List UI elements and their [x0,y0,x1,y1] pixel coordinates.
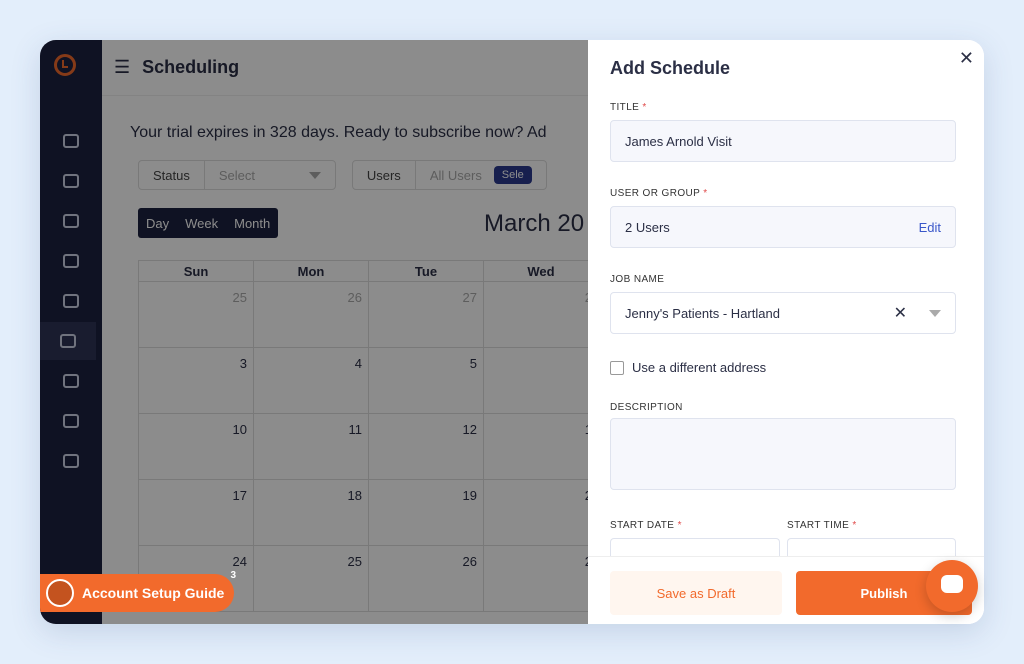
start-time-label: START TIME * [787,520,857,531]
title-label-text: TITLE [610,102,640,113]
description-textarea[interactable] [610,418,956,490]
required-mark: * [852,520,857,531]
job-name-label: JOB NAME [610,274,665,285]
start-date-input[interactable] [610,538,780,558]
required-mark: * [677,520,682,531]
chevron-down-icon[interactable] [929,309,941,317]
user-group-value: 2 Users [625,219,670,235]
start-date-label: START DATE * [610,520,682,531]
start-time-input[interactable] [787,538,956,558]
add-schedule-panel: Add Schedule ✕ TITLE * James Arnold Visi… [588,40,984,624]
title-input-value: James Arnold Visit [625,133,732,149]
job-name-value: Jenny's Patients - Hartland [625,305,780,321]
panel-footer: Save as Draft Publish [588,556,984,624]
modal-backdrop[interactable] [40,40,588,624]
account-setup-guide-button[interactable]: Account Setup Guide 3 [40,570,236,612]
different-address-checkbox[interactable] [610,360,624,375]
different-address-row[interactable]: Use a different address [610,360,766,375]
job-name-select[interactable]: Jenny's Patients - Hartland ✕ [610,292,956,334]
required-mark: * [642,102,647,113]
different-address-label: Use a different address [632,360,767,375]
description-label: DESCRIPTION [610,402,683,413]
user-group-field[interactable]: 2 Users Edit [610,206,956,248]
setup-guide-label: Account Setup Guide [82,585,225,601]
start-date-label-text: START DATE [610,520,675,531]
title-input[interactable]: James Arnold Visit [610,120,956,162]
app-window: ☰ Scheduling Your trial expires in 328 d… [40,40,984,624]
edit-users-link[interactable]: Edit [919,220,941,235]
user-group-label-text: USER OR GROUP [610,188,701,199]
close-icon[interactable]: ✕ [959,48,974,69]
user-group-label: USER OR GROUP * [610,188,708,199]
setup-guide-icon [46,579,74,607]
clear-icon[interactable]: ✕ [894,303,907,323]
chat-icon[interactable] [926,560,978,612]
start-time-label-text: START TIME [787,520,850,531]
save-as-draft-button[interactable]: Save as Draft [610,571,782,615]
setup-guide-badge: 3 [230,570,236,581]
title-label: TITLE * [610,102,647,113]
panel-title: Add Schedule [610,58,731,78]
required-mark: * [703,188,708,199]
